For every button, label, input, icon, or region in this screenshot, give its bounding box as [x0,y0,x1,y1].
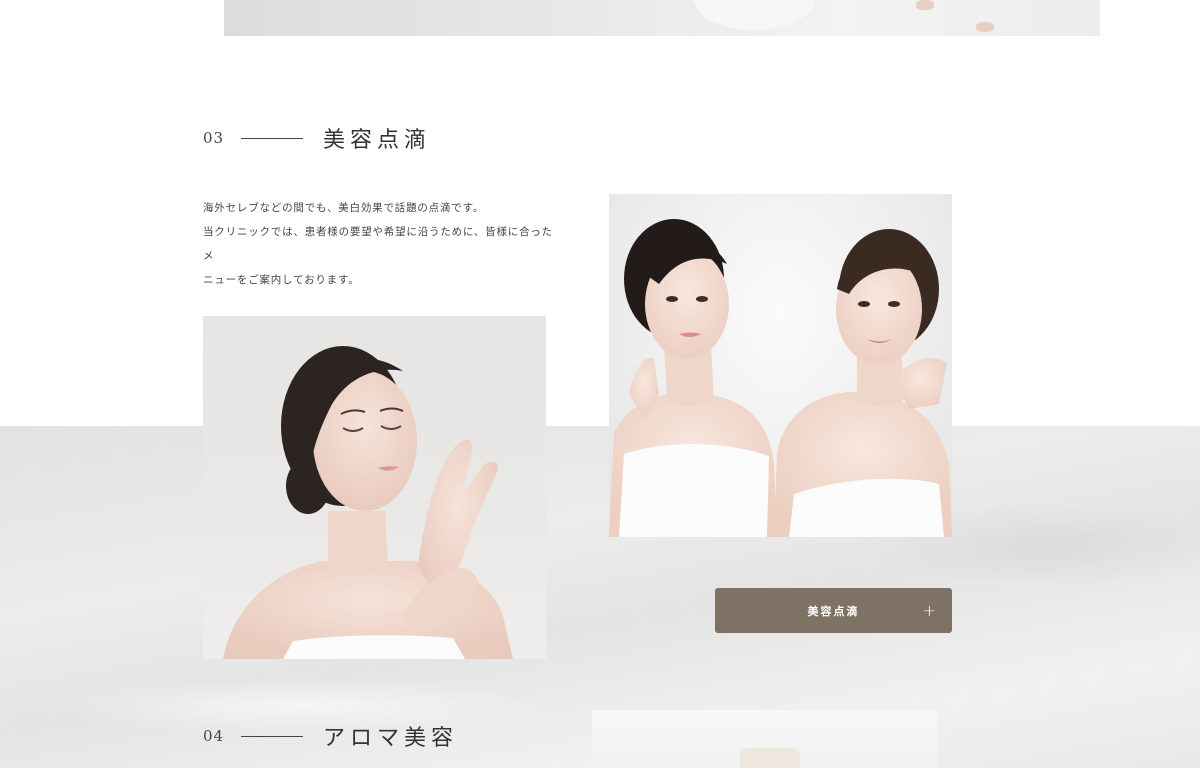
beauty-drip-button[interactable]: 美容点滴 + [715,588,952,633]
two-women-illustration [609,219,952,537]
section-title: 美容点滴 [323,128,432,153]
description-line: 海外セレブなどの間でも、美白効果で話題の点滴です。 [203,202,485,214]
section-number: 04 [203,727,225,745]
aroma-photo [592,710,937,768]
hand-right [976,22,994,32]
description-line: 当クリニックでは、患者様の要望や希望に沿うために、皆様に合ったメ [203,226,553,262]
plus-icon: + [922,600,936,620]
two-women-photo [609,194,952,537]
woman-touching-face-photo [203,316,546,659]
cream-jar [740,748,800,768]
white-garment [694,0,814,30]
heading-divider-line [241,735,303,737]
section-04-heading: 04 アロマ美容 [203,720,458,752]
woman-portrait-illustration [223,346,513,659]
section-number: 03 [203,129,225,147]
section-title: アロマ美容 [323,726,459,751]
button-label: 美容点滴 [807,604,860,618]
heading-divider-line [241,137,303,139]
section-03-description: 海外セレブなどの間でも、美白効果で話題の点滴です。 当クリニックでは、患者様の要… [203,196,563,292]
section-03-heading: 03 美容点滴 [203,122,431,154]
hand-left [916,0,934,10]
description-line: ニューをご案内しております。 [203,274,360,286]
previous-section-photo [224,0,1100,36]
